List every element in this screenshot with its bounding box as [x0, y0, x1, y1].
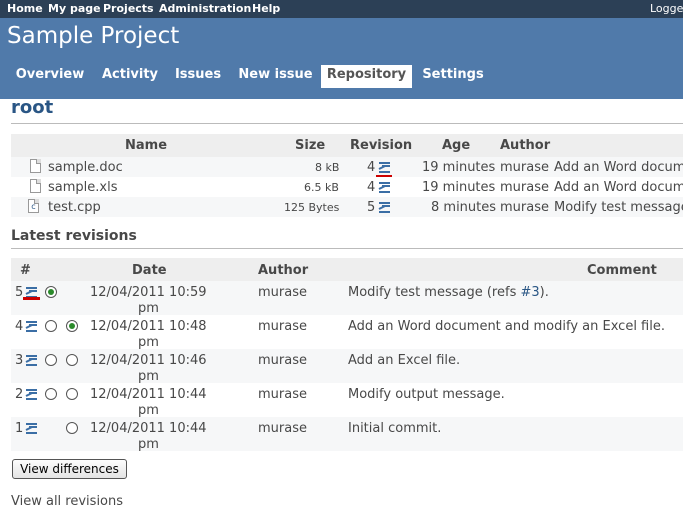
file-age: 8 minutes — [431, 200, 497, 215]
revisions-header-comment: Comment — [587, 263, 657, 278]
tab-overview[interactable]: Overview — [10, 65, 90, 88]
view-differences-button[interactable]: View differences — [12, 459, 127, 479]
file-age: 19 minutes — [422, 160, 496, 175]
title-divider — [11, 123, 683, 124]
top-menu: Home My page Projects Administration Hel… — [0, 0, 683, 18]
top-menu-my-page[interactable]: My page — [48, 2, 101, 15]
file-comment: Modify test message — [554, 200, 683, 215]
tab-new-issue[interactable]: New issue — [234, 65, 317, 88]
changeset-icon[interactable] — [378, 202, 391, 214]
files-header-size: Size — [295, 138, 326, 153]
revision-author: murase — [258, 421, 307, 436]
revision-author: murase — [258, 285, 307, 300]
revision-comment: Add an Excel file. — [348, 353, 461, 368]
file-revision-link[interactable]: 5 — [367, 200, 375, 215]
revision-link[interactable]: 2 — [15, 387, 23, 402]
diff-to-radio[interactable] — [66, 354, 78, 366]
file-revision-link[interactable]: 4 — [367, 160, 375, 175]
revision-comment: Modify output message. — [348, 387, 505, 402]
tab-settings[interactable]: Settings — [418, 65, 488, 88]
view-all-revisions-link[interactable]: View all revisions — [11, 494, 123, 509]
revision-link[interactable]: 4 — [15, 319, 23, 334]
issue-ref-link[interactable]: #3 — [520, 285, 539, 300]
revision-comment: Add an Word document and modify an Excel… — [348, 319, 665, 334]
red-underline-marker — [23, 297, 40, 300]
changeset-icon[interactable] — [25, 389, 38, 401]
files-header-name: Name — [125, 138, 168, 153]
diff-to-radio[interactable] — [45, 286, 57, 298]
changeset-icon[interactable] — [25, 321, 38, 333]
revisions-header-author: Author — [258, 263, 309, 278]
top-menu-home[interactable]: Home — [7, 2, 43, 15]
top-menu-help[interactable]: Help — [252, 2, 280, 15]
files-header-revision: Revision — [350, 138, 413, 153]
changeset-icon[interactable] — [25, 423, 38, 435]
revision-comment: Modify test message (refs #3). — [348, 285, 549, 300]
document-icon — [30, 159, 41, 173]
revision-author: murase — [258, 319, 307, 334]
file-comment: Add an Word docume — [554, 160, 683, 175]
files-header-age: Age — [442, 138, 471, 153]
revision-author: murase — [258, 353, 307, 368]
latest-revisions-title: Latest revisions — [11, 228, 137, 244]
revision-date: 12/04/2011 10:46 — [90, 353, 207, 368]
changeset-icon[interactable] — [378, 162, 391, 174]
file-author: murase — [500, 200, 549, 215]
document-icon — [30, 179, 41, 193]
top-menu-administration[interactable]: Administration — [159, 2, 251, 15]
revision-comment: Initial commit. — [348, 421, 442, 436]
revision-time-suffix: pm — [138, 403, 159, 418]
file-age: 19 minutes — [422, 180, 496, 195]
changeset-icon[interactable] — [378, 182, 391, 194]
diff-to-radio[interactable] — [66, 320, 78, 332]
diff-from-radio[interactable] — [45, 354, 57, 366]
files-table-header — [11, 134, 683, 157]
tab-activity[interactable]: Activity — [97, 65, 163, 88]
revision-date: 12/04/2011 10:44 — [90, 387, 207, 402]
page-title: root — [11, 97, 54, 118]
file-link-test-cpp[interactable]: test.cpp — [48, 200, 101, 215]
file-size: 125 Bytes — [284, 201, 340, 214]
file-author: murase — [500, 180, 549, 195]
revision-time-suffix: pm — [138, 301, 159, 316]
diff-to-radio[interactable] — [66, 422, 78, 434]
revision-time-suffix: pm — [138, 335, 159, 350]
revision-date: 12/04/2011 10:59 — [90, 285, 207, 300]
revision-link[interactable]: 3 — [15, 353, 23, 368]
changeset-icon[interactable] — [25, 355, 38, 367]
revisions-header-date: Date — [132, 263, 167, 278]
file-size: 6.5 kB — [304, 181, 339, 194]
files-header-author: Author — [500, 138, 551, 153]
file-revision-link[interactable]: 4 — [367, 180, 375, 195]
revision-time-suffix: pm — [138, 437, 159, 452]
revision-date: 12/04/2011 10:48 — [90, 319, 207, 334]
revisions-header-number: # — [20, 263, 31, 278]
section-divider — [11, 248, 683, 249]
file-link-sample-xls[interactable]: sample.xls — [48, 180, 117, 195]
file-comment: Add an Word docume — [554, 180, 683, 195]
top-menu-projects[interactable]: Projects — [103, 2, 154, 15]
revision-time-suffix: pm — [138, 369, 159, 384]
file-link-sample-doc[interactable]: sample.doc — [48, 160, 123, 175]
revisions-table-header — [11, 258, 683, 281]
revision-author: murase — [258, 387, 307, 402]
logged-in-text: Logge — [650, 2, 683, 15]
revision-link[interactable]: 1 — [15, 421, 23, 436]
tab-repository[interactable]: Repository — [321, 65, 412, 88]
revision-date: 12/04/2011 10:44 — [90, 421, 207, 436]
file-size: 8 kB — [315, 161, 340, 174]
diff-to-radio[interactable] — [66, 388, 78, 400]
file-author: murase — [500, 160, 549, 175]
diff-from-radio[interactable] — [45, 320, 57, 332]
tab-issues[interactable]: Issues — [170, 65, 226, 88]
cpp-file-icon: c — [28, 199, 39, 213]
diff-from-radio[interactable] — [45, 388, 57, 400]
header: Sample Project Overview Activity Issues … — [0, 18, 683, 99]
project-title: Sample Project — [7, 23, 180, 49]
